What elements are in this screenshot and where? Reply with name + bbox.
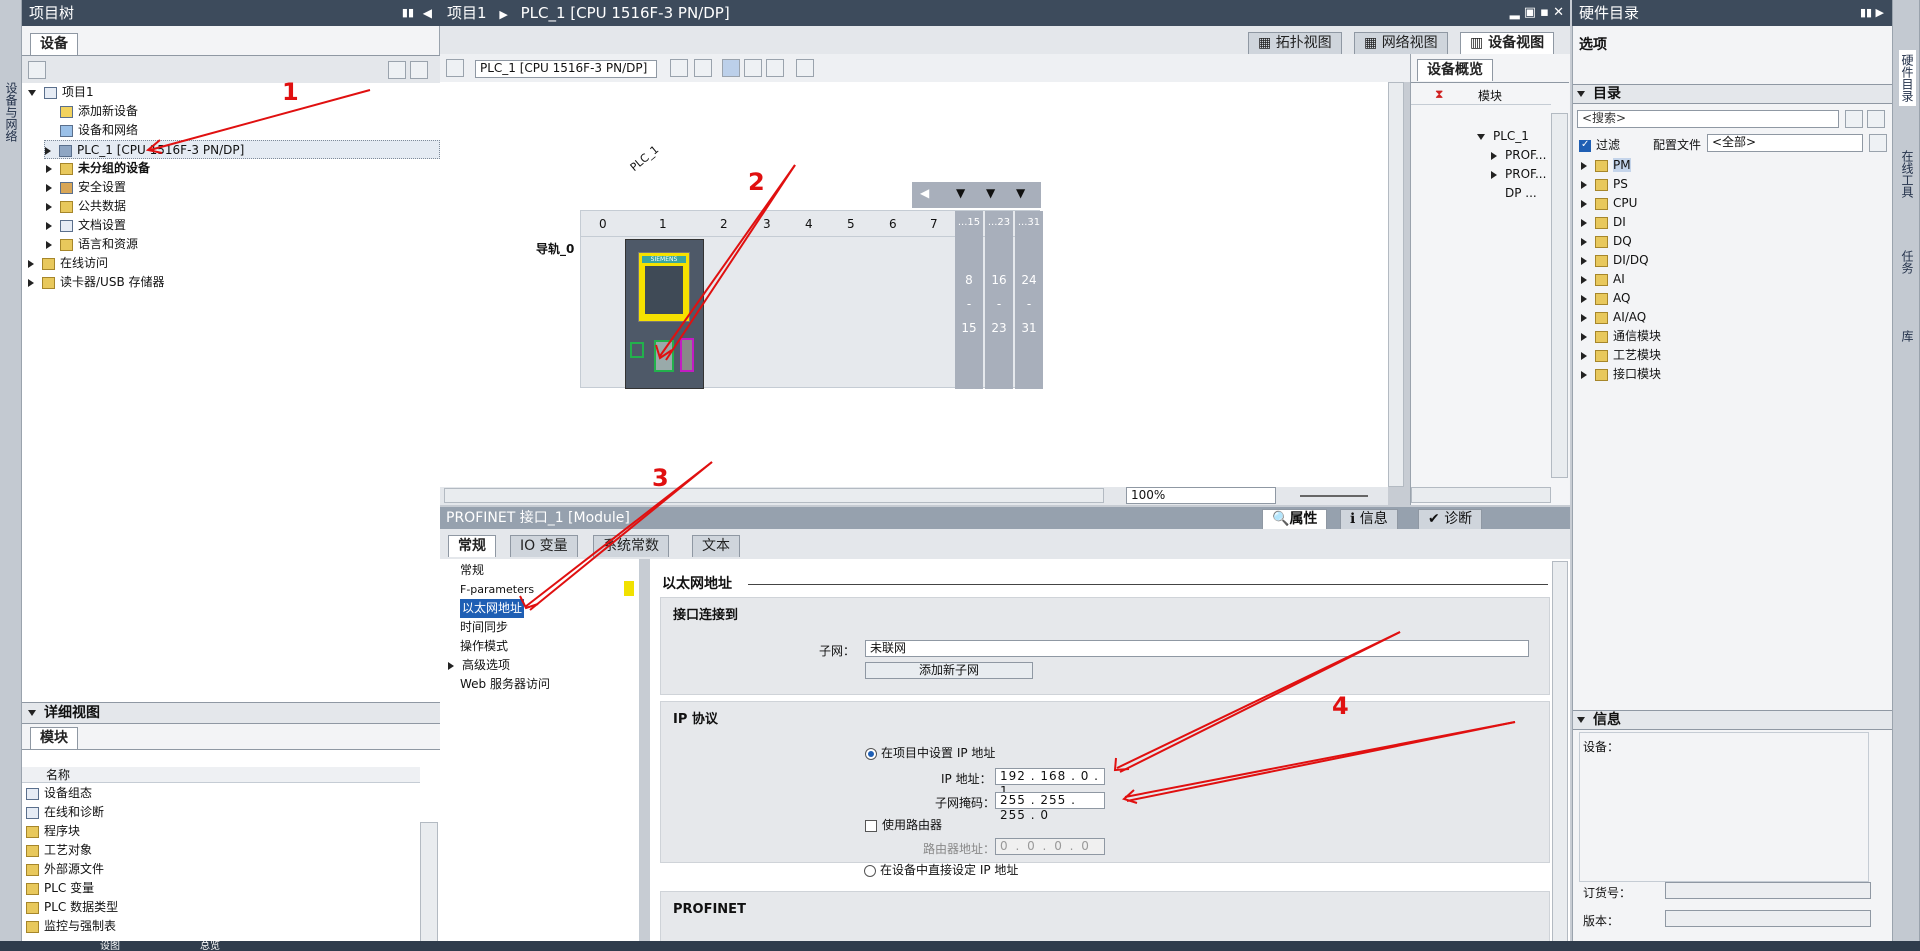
annotation-4: 4 bbox=[1332, 692, 1349, 720]
annotation-3: 3 bbox=[652, 464, 669, 492]
annotation-1: 1 bbox=[282, 78, 299, 106]
annotation-arrows bbox=[145, 89, 1516, 804]
annotation-2: 2 bbox=[748, 168, 765, 196]
